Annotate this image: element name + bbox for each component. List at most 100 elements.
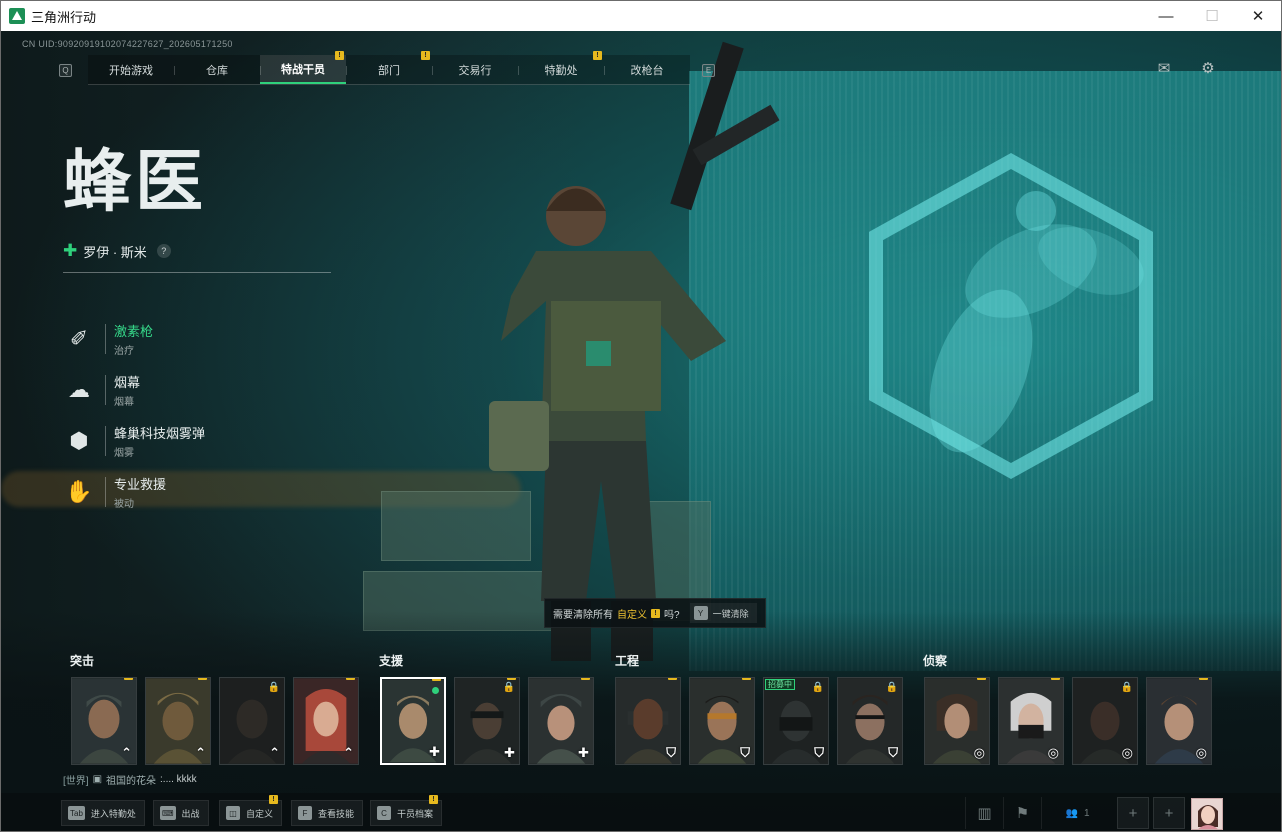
lock-icon: 🔒: [267, 682, 280, 693]
alert-badge: !: [742, 678, 751, 680]
alert-badge: !: [1051, 678, 1060, 680]
assault-role-icon: ⌃: [269, 745, 280, 760]
recon-role-icon: ◎: [1121, 745, 1133, 760]
operator-card[interactable]: 🔒 ⌃: [219, 677, 285, 765]
chat-message: :.... kkkk: [160, 774, 197, 785]
alert-badge: !: [651, 608, 660, 618]
chat-channel: [世界]: [63, 776, 89, 787]
close-button[interactable]: ✕: [1235, 1, 1281, 31]
operator-profile-button[interactable]: C 干员档案 !: [370, 795, 443, 826]
stats-icon[interactable]: ▥: [965, 797, 1003, 829]
top-navigation: Q 开始游戏 仓库 特战干员! 部门! 交易行 特勤处! 改枪台 E: [59, 51, 715, 85]
tab-label: 开始游戏: [109, 64, 153, 77]
help-icon[interactable]: ?: [156, 244, 171, 258]
title-bar: 三角洲行动 — ☐ ✕: [1, 1, 1281, 31]
operator-card[interactable]: ! ◎: [1146, 677, 1212, 765]
alert-badge: !: [977, 678, 986, 680]
tab-trading[interactable]: 交易行: [432, 55, 518, 84]
operator-card[interactable]: ! ⌃: [71, 677, 137, 765]
tab-warehouse[interactable]: 仓库: [174, 55, 260, 84]
lock-icon: 🔒: [885, 682, 898, 693]
enter-special-service-button[interactable]: Tab 进入特勤处: [61, 800, 145, 826]
divider: [105, 375, 106, 405]
maximize-button[interactable]: ☐: [1189, 1, 1235, 31]
alert-badge: !: [668, 678, 677, 680]
window-controls: — ☐ ✕: [1143, 1, 1281, 31]
button-label: 一键清除: [712, 608, 749, 619]
avatar[interactable]: [1191, 798, 1223, 830]
invite-slot-button[interactable]: +: [1117, 797, 1149, 829]
flag-icon[interactable]: ⚑: [1003, 797, 1041, 829]
recon-role-icon: ◎: [1195, 745, 1207, 760]
operator-card[interactable]: 🔒 ⛉: [837, 677, 903, 765]
nav-tabs: 开始游戏 仓库 特战干员! 部门! 交易行 特勤处! 改枪台: [88, 51, 690, 85]
operator-card[interactable]: 🔒 ◎: [1072, 677, 1138, 765]
deploy-button[interactable]: ⌨ 出战: [153, 800, 209, 826]
operator-card[interactable]: ! ✚: [528, 677, 594, 765]
prompt-text: 需要清除所有: [553, 609, 613, 621]
customize-button[interactable]: ◫ 自定义 !: [219, 795, 283, 826]
mail-icon[interactable]: ✉: [1155, 59, 1173, 77]
support-role-icon: ✚: [429, 744, 440, 759]
uid-label: CN UID:90920919102074227627_202605171250: [22, 39, 233, 49]
alert-badge: !: [581, 678, 590, 680]
operator-realname: 罗伊 · 斯米: [83, 244, 147, 260]
skill-item[interactable]: ☁ 烟幕 烟幕: [61, 365, 205, 415]
clear-all-button[interactable]: Y 一键清除: [689, 603, 757, 623]
tab-label: 特勤处: [544, 64, 578, 77]
operator-card[interactable]: 招募中 🔒 ⛉: [763, 677, 829, 765]
skill-name: 烟幕: [114, 375, 141, 390]
operator-card[interactable]: ! ⛉: [615, 677, 681, 765]
alert-badge: !: [346, 678, 355, 680]
nav-prev-key[interactable]: Q: [59, 63, 72, 77]
tab-operators[interactable]: 特战干员!: [260, 51, 346, 84]
operator-card[interactable]: ! ◎: [924, 677, 990, 765]
recruiting-tag: 招募中: [765, 679, 795, 690]
skill-item[interactable]: ✋ 专业救援 被动: [61, 467, 205, 517]
squad-count[interactable]: 👥 1: [1041, 797, 1113, 829]
key-hint: Tab: [68, 806, 85, 820]
nav-next-key[interactable]: E: [702, 63, 715, 77]
alert-badge: !: [421, 51, 430, 60]
button-label: 自定义: [246, 808, 274, 819]
assault-role-icon: ⌃: [195, 745, 206, 760]
skill-type: 烟幕: [114, 397, 134, 408]
tab-label: 交易行: [458, 64, 492, 77]
tab-label: 仓库: [206, 64, 228, 77]
operator-card[interactable]: ! ⌃: [293, 677, 359, 765]
view-skills-button[interactable]: F 查看技能: [291, 800, 364, 826]
tab-gunsmith[interactable]: 改枪台: [604, 55, 690, 84]
lock-icon: 🔒: [1120, 682, 1133, 693]
gear-icon[interactable]: ⚙: [1199, 59, 1217, 77]
operator-card[interactable]: ! 🔒 ✚: [454, 677, 520, 765]
bottom-bar: Tab 进入特勤处 ⌨ 出战 ◫ 自定义 ! F 查看技能 C 干员档案 ! ▥…: [1, 793, 1281, 831]
tab-special-service[interactable]: 特勤处!: [518, 51, 604, 84]
alert-badge: !: [593, 51, 602, 60]
in-use-indicator: [432, 687, 439, 694]
alert-badge: !: [429, 795, 439, 804]
group-label-assault: 突击: [70, 654, 95, 668]
tab-label: 改枪台: [630, 64, 664, 77]
skill-name: 激素枪: [114, 324, 154, 339]
skill-type: 被动: [114, 499, 134, 510]
operator-card[interactable]: ! ⛉: [689, 677, 755, 765]
operator-card[interactable]: ! ⌃: [145, 677, 211, 765]
operator-card-selected[interactable]: ! ✚: [380, 677, 446, 765]
alert-badge: !: [198, 678, 207, 680]
key-hint: C: [377, 806, 391, 820]
tab-start-game[interactable]: 开始游戏: [88, 55, 174, 84]
recon-role-icon: ◎: [1047, 745, 1059, 760]
invite-slot-button[interactable]: +: [1153, 797, 1185, 829]
skill-item[interactable]: ⬢ 蜂巢科技烟雾弹 烟雾: [61, 416, 205, 466]
app-logo-icon: [9, 8, 25, 24]
key-hint: ⌨: [160, 806, 176, 820]
world-chat[interactable]: [世界] ▣ 祖国的花朵 :.... kkkk: [63, 772, 197, 787]
key-hint: ◫: [226, 806, 240, 820]
tab-department[interactable]: 部门!: [346, 51, 432, 84]
clear-custom-prompt: 需要清除所有 自定义 ! 吗? Y 一键清除: [544, 598, 766, 628]
skill-item[interactable]: ✐ 激素枪 治疗: [61, 314, 205, 364]
operator-card[interactable]: ! ◎: [998, 677, 1064, 765]
minimize-button[interactable]: —: [1143, 1, 1189, 31]
alert-badge: !: [124, 678, 133, 680]
group-label-support: 支援: [379, 654, 404, 668]
